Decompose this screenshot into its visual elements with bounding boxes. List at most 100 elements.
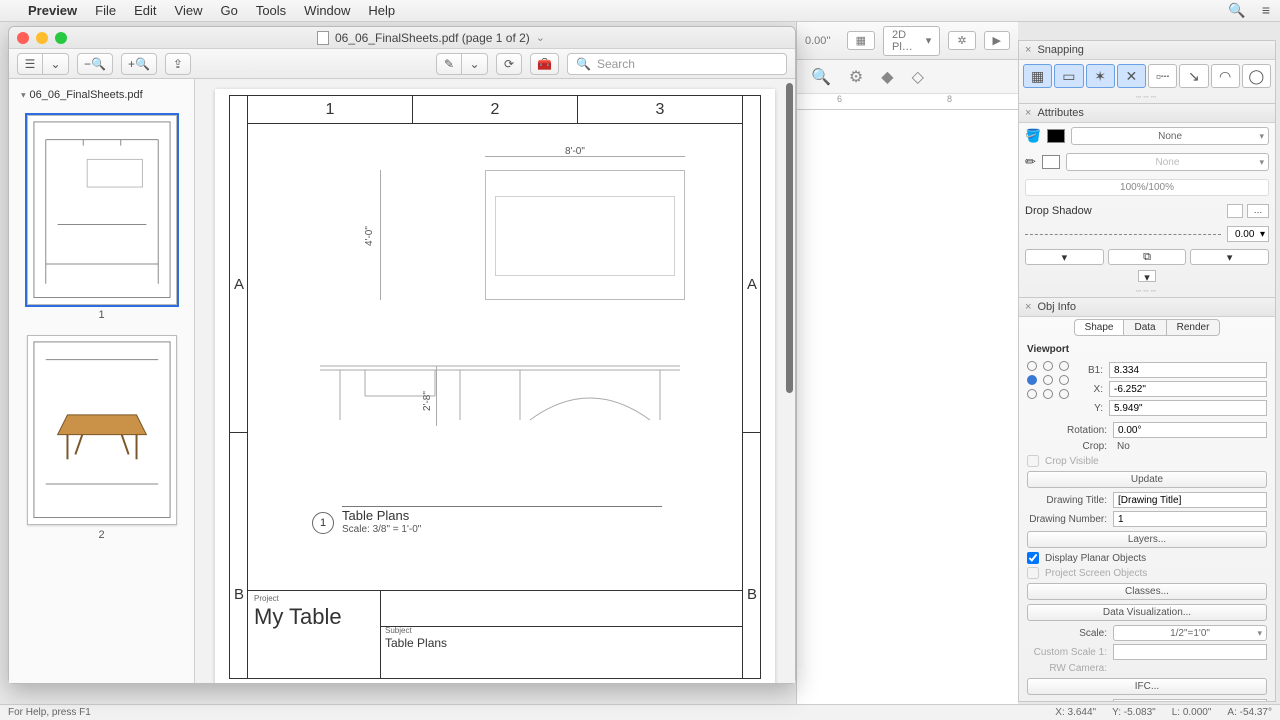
- project-label: Project: [254, 594, 279, 603]
- snap-angle-icon[interactable]: ✶: [1086, 64, 1115, 88]
- sidebar-toggle-button[interactable]: ☰: [17, 53, 43, 75]
- objinfo-title: Obj Info: [1037, 301, 1076, 313]
- update-button[interactable]: Update: [1027, 471, 1267, 488]
- search-field[interactable]: 🔍 Search: [567, 53, 787, 75]
- fill-mode-dropdown[interactable]: None: [1071, 127, 1269, 145]
- magnifier-icon[interactable]: 🔍: [811, 67, 831, 87]
- attributes-close-icon[interactable]: ×: [1025, 107, 1031, 119]
- vertical-scrollbar[interactable]: [786, 83, 793, 393]
- snap-tangent-icon[interactable]: ◠: [1211, 64, 1240, 88]
- fill-bucket-icon[interactable]: 🪣: [1025, 128, 1041, 144]
- objinfo-palette: ×Obj Info Shape Data Render Viewport B1:…: [1018, 298, 1276, 702]
- share-button[interactable]: ⇪: [165, 53, 191, 75]
- menu-view[interactable]: View: [175, 3, 203, 18]
- zoom-in-button[interactable]: +🔍: [121, 53, 157, 75]
- line-style-preview[interactable]: [1025, 234, 1221, 235]
- display-planar-checkbox[interactable]: [1027, 552, 1039, 564]
- gear-icon[interactable]: ⚙: [849, 67, 863, 87]
- snap-grid-icon[interactable]: ▦: [1023, 64, 1052, 88]
- menu-tools[interactable]: Tools: [256, 3, 286, 18]
- sidebar-dropdown-button[interactable]: ⌄: [43, 53, 69, 75]
- custom-scale-input: [1113, 644, 1267, 660]
- drawing-title-input[interactable]: [1113, 492, 1267, 508]
- status-l: L: 0.000": [1172, 707, 1212, 718]
- callout-title: Table Plans: [342, 508, 409, 523]
- snap-edge-icon[interactable]: ↘: [1179, 64, 1208, 88]
- dim-elev: 2'-8": [422, 391, 433, 411]
- close-button[interactable]: [17, 32, 29, 44]
- snap-intersect-icon[interactable]: ✕: [1117, 64, 1146, 88]
- mac-menubar: Preview File Edit View Go Tools Window H…: [0, 0, 1280, 22]
- vw-next-button[interactable]: ▶: [984, 31, 1010, 50]
- zoom-out-button[interactable]: −🔍: [77, 53, 113, 75]
- vw-canvas[interactable]: [797, 110, 1018, 708]
- ifc-button[interactable]: IFC...: [1027, 678, 1267, 695]
- spotlight-icon[interactable]: 🔍: [1228, 2, 1245, 19]
- thumbnail-sidebar[interactable]: 06_06_FinalSheets.pdf 1: [9, 79, 195, 683]
- tab-data[interactable]: Data: [1124, 319, 1166, 336]
- y-input[interactable]: [1109, 400, 1267, 416]
- link-icon[interactable]: ⧉: [1108, 249, 1187, 265]
- zoom-button[interactable]: [55, 32, 67, 44]
- markup-toolbar-button[interactable]: 🧰: [530, 53, 559, 75]
- menu-go[interactable]: Go: [220, 3, 237, 18]
- snap-working-plane-icon[interactable]: ◯: [1242, 64, 1271, 88]
- diamond-icon[interactable]: ◆: [881, 67, 893, 87]
- palette-grip[interactable]: ┄┄┄: [1019, 92, 1275, 103]
- row-a-left: A: [234, 276, 244, 293]
- snapping-close-icon[interactable]: ×: [1025, 44, 1031, 56]
- attr-expand-button[interactable]: ▾: [1138, 270, 1156, 282]
- shadow-options-button[interactable]: …: [1247, 204, 1269, 218]
- app-name[interactable]: Preview: [28, 3, 77, 18]
- drawing-number-input[interactable]: [1113, 511, 1267, 527]
- vw-plane-button[interactable]: ▦: [847, 31, 875, 50]
- menu-file[interactable]: File: [95, 3, 116, 18]
- tab-shape[interactable]: Shape: [1074, 319, 1125, 336]
- snapping-title: Snapping: [1037, 44, 1084, 56]
- rotate-button[interactable]: ⟳: [496, 53, 522, 75]
- b1-input[interactable]: [1109, 362, 1267, 378]
- minimize-button[interactable]: [36, 32, 48, 44]
- objinfo-close-icon[interactable]: ×: [1025, 301, 1031, 313]
- diamond2-icon[interactable]: ◇: [912, 67, 924, 87]
- arrow-end-dropdown[interactable]: ▾: [1190, 249, 1269, 265]
- pen-swatch[interactable]: [1042, 155, 1060, 169]
- window-titlebar[interactable]: 06_06_FinalSheets.pdf (page 1 of 2) ⌄: [9, 27, 795, 49]
- crop-visible-checkbox: [1027, 455, 1039, 467]
- snap-smartpoint-icon[interactable]: ▫┄: [1148, 64, 1177, 88]
- markup-dropdown-button[interactable]: ⌄: [462, 53, 488, 75]
- opacity-readout[interactable]: 100%/100%: [1025, 179, 1269, 196]
- sidebar-doc-title[interactable]: 06_06_FinalSheets.pdf: [19, 85, 184, 109]
- palette-grip[interactable]: ┄┄┄: [1019, 286, 1275, 297]
- classes-button[interactable]: Classes...: [1027, 583, 1267, 600]
- title-dropdown-icon[interactable]: ⌄: [536, 31, 545, 44]
- name-input[interactable]: [1113, 699, 1267, 701]
- shadow-toggle[interactable]: [1227, 204, 1243, 218]
- markup-pen-button[interactable]: ✎: [436, 53, 462, 75]
- shadow-offset-input[interactable]: [1227, 226, 1269, 242]
- menu-help[interactable]: Help: [368, 3, 395, 18]
- scale-dropdown[interactable]: 1/2"=1'0": [1113, 625, 1267, 641]
- dataviz-button[interactable]: Data Visualization...: [1027, 604, 1267, 621]
- arrow-start-dropdown[interactable]: ▾: [1025, 249, 1104, 265]
- x-input[interactable]: [1109, 381, 1267, 397]
- layers-button[interactable]: Layers...: [1027, 531, 1267, 548]
- thumbnail-1[interactable]: [27, 115, 177, 305]
- vw-view-dropdown[interactable]: 2D Pl… ▾: [883, 26, 940, 56]
- page-view[interactable]: 1 2 3 A B A B: [195, 79, 795, 683]
- pen-icon[interactable]: ✏: [1025, 154, 1036, 170]
- fill-swatch[interactable]: [1047, 129, 1065, 143]
- document-icon: [317, 31, 329, 45]
- thumbnail-2[interactable]: [27, 335, 177, 525]
- reference-point-grid[interactable]: [1027, 361, 1071, 399]
- snap-object-icon[interactable]: ▭: [1054, 64, 1083, 88]
- menu-edit[interactable]: Edit: [134, 3, 156, 18]
- project-name: My Table: [254, 604, 342, 630]
- vw-render-button[interactable]: ✲: [948, 31, 975, 50]
- rotation-input[interactable]: [1113, 422, 1267, 438]
- menu-extras-icon[interactable]: ≡: [1262, 2, 1270, 19]
- subject-name: Table Plans: [385, 636, 447, 650]
- pen-mode-dropdown[interactable]: None: [1066, 153, 1269, 171]
- menu-window[interactable]: Window: [304, 3, 350, 18]
- tab-render[interactable]: Render: [1167, 319, 1221, 336]
